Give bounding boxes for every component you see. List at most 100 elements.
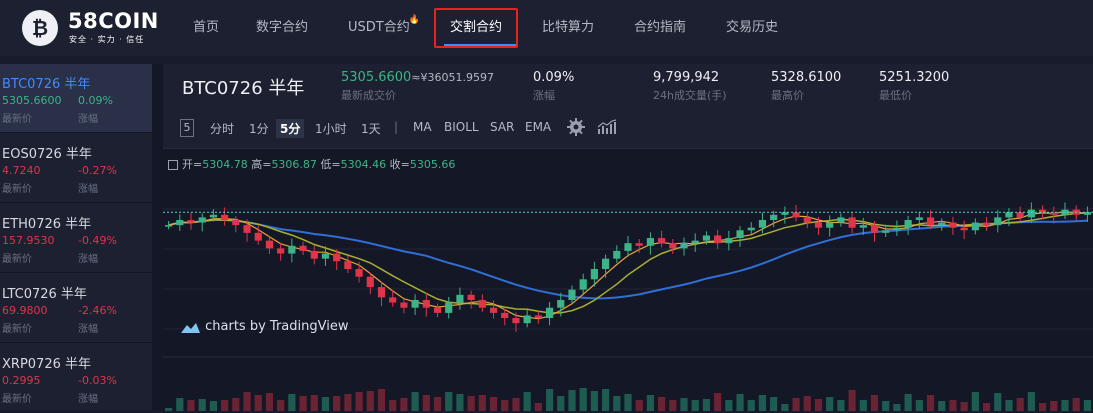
candle-body bbox=[501, 312, 509, 319]
candlestick-chart[interactable]: 开=5304.78 高=5306.87 低=5304.46 收=5305.66 … bbox=[163, 148, 1093, 411]
volume-bar bbox=[333, 396, 341, 411]
candle-body bbox=[310, 250, 318, 259]
volume-bar bbox=[277, 400, 285, 411]
gear-icon[interactable] bbox=[566, 117, 586, 140]
change-value: 0.09% bbox=[533, 70, 575, 85]
change-label: 涨幅 bbox=[78, 324, 98, 335]
indicator-ma[interactable]: MA bbox=[413, 120, 432, 134]
volume-bar bbox=[837, 400, 845, 411]
volume-bar bbox=[646, 395, 654, 411]
candle-body bbox=[288, 245, 296, 254]
nav-home[interactable]: 首页 bbox=[193, 0, 219, 56]
volume-bar bbox=[848, 390, 856, 411]
sidebar-item-xrp0726[interactable]: XRP0726 半年 0.2995 -0.03% 最新价 涨幅 bbox=[0, 344, 152, 413]
contract-price: 4.7240 bbox=[2, 164, 41, 177]
candle-body bbox=[635, 243, 643, 246]
volume-stat: 9,799,942 24h成交量(手) bbox=[653, 70, 727, 103]
volume-bar bbox=[1016, 398, 1024, 411]
change-label: 涨幅 bbox=[78, 184, 98, 195]
top-navigation-bar: ₿ 58COIN 安全 · 实力 · 信任 首页 数字合约 USDT合约 🔥 交… bbox=[0, 0, 1093, 56]
candle-body bbox=[770, 214, 778, 220]
candle-body bbox=[411, 299, 419, 308]
ticker-symbol: BTC0726 半年 bbox=[182, 78, 305, 99]
candle-body bbox=[691, 240, 699, 244]
change-label: 涨幅 bbox=[78, 394, 98, 405]
candle-body bbox=[221, 214, 229, 220]
candle-body bbox=[579, 279, 587, 290]
volume-bar bbox=[736, 394, 744, 411]
candle-body bbox=[333, 253, 341, 262]
candle-body bbox=[545, 307, 554, 319]
nav-digital-contracts[interactable]: 数字合约 bbox=[256, 0, 308, 56]
candle-body bbox=[747, 227, 755, 231]
change-label: 涨幅 bbox=[533, 89, 555, 102]
last-price-label: 最新成交价 bbox=[341, 89, 396, 102]
candle-body bbox=[389, 297, 397, 303]
indicator-sar[interactable]: SAR bbox=[490, 120, 514, 134]
volume-bar bbox=[355, 392, 363, 411]
contract-change: 0.09% bbox=[78, 94, 113, 107]
contract-name: EOS0726 半年 bbox=[2, 147, 92, 162]
contract-price: 5305.6600 bbox=[2, 94, 62, 107]
candle-body bbox=[557, 299, 565, 308]
volume-value: 9,799,942 bbox=[653, 70, 720, 85]
volume-bar bbox=[758, 395, 767, 411]
candle-body bbox=[198, 217, 206, 223]
contract-price: 157.9530 bbox=[2, 234, 55, 247]
candle-body bbox=[736, 230, 744, 239]
volume-bar bbox=[1061, 400, 1069, 411]
volume-bar bbox=[590, 391, 598, 411]
candle-body bbox=[882, 230, 890, 233]
volume-bar bbox=[691, 400, 699, 411]
volume-bar bbox=[523, 392, 531, 411]
sidebar-item-eth0726[interactable]: ETH0726 半年 157.9530 -0.49% 最新价 涨幅 bbox=[0, 204, 152, 273]
volume-bar bbox=[321, 397, 330, 411]
indicator-chart-icon[interactable] bbox=[597, 119, 617, 138]
volume-bar bbox=[344, 394, 352, 411]
brand-logo[interactable]: ₿ 58COIN 安全 · 实力 · 信任 bbox=[22, 9, 162, 47]
candle-body bbox=[456, 294, 464, 303]
interval-1d[interactable]: 1天 bbox=[361, 120, 381, 137]
sidebar-item-ltc0726[interactable]: LTC0726 半年 69.9800 -2.46% 最新价 涨幅 bbox=[0, 274, 152, 343]
interval-1h[interactable]: 1小时 bbox=[315, 120, 347, 137]
volume-bar bbox=[568, 390, 576, 411]
interval-box[interactable]: 5 bbox=[180, 119, 194, 137]
price-label: 最新价 bbox=[2, 184, 32, 195]
sidebar-item-btc0726[interactable]: BTC0726 半年 5305.6600 0.09% 最新价 涨幅 bbox=[0, 64, 152, 133]
sidebar-item-eos0726[interactable]: EOS0726 半年 4.7240 -0.27% 最新价 涨幅 bbox=[0, 134, 152, 203]
price-label: 最新价 bbox=[2, 254, 32, 265]
candle-body bbox=[848, 217, 856, 228]
volume-bar bbox=[478, 395, 486, 411]
volume-bar bbox=[803, 396, 811, 411]
interval-5m[interactable]: 5分 bbox=[276, 119, 305, 138]
tradingview-attribution[interactable]: charts by TradingView bbox=[177, 319, 348, 334]
candle-body bbox=[590, 269, 598, 280]
volume-bar bbox=[187, 400, 195, 411]
candle-body bbox=[870, 225, 879, 233]
volume-bar bbox=[702, 399, 711, 411]
volume-bar bbox=[456, 394, 464, 411]
volume-bar bbox=[288, 394, 296, 411]
nav-trade-history[interactable]: 交易历史 bbox=[726, 0, 778, 56]
contract-name: ETH0726 半年 bbox=[2, 217, 92, 232]
indicator-boll[interactable]: BIOLL bbox=[444, 120, 479, 134]
indicator-ema[interactable]: EMA bbox=[525, 120, 551, 134]
volume-bar bbox=[680, 398, 688, 411]
volume-bar bbox=[265, 393, 274, 411]
contract-name: BTC0726 半年 bbox=[2, 77, 91, 92]
nav-contract-guide[interactable]: 合约指南 bbox=[634, 0, 686, 56]
volume-bar bbox=[501, 400, 509, 411]
change-stat: 0.09% 涨幅 bbox=[533, 70, 574, 103]
volume-bar bbox=[579, 388, 587, 411]
contract-change: -0.03% bbox=[78, 374, 117, 387]
candle-body bbox=[568, 289, 576, 300]
interval-1m[interactable]: 1分 bbox=[249, 120, 269, 137]
volume-bar bbox=[299, 396, 307, 411]
low-stat: 5251.3200 最低价 bbox=[879, 70, 949, 103]
nav-hashrate[interactable]: 比特算力 bbox=[542, 0, 594, 56]
volume-bar bbox=[669, 400, 677, 411]
interval-tick[interactable]: 分时 bbox=[210, 120, 234, 137]
volume-bar bbox=[400, 398, 408, 411]
high-value: 5328.6100 bbox=[771, 70, 842, 85]
nav-usdt-contracts[interactable]: USDT合约 🔥 bbox=[348, 0, 420, 56]
